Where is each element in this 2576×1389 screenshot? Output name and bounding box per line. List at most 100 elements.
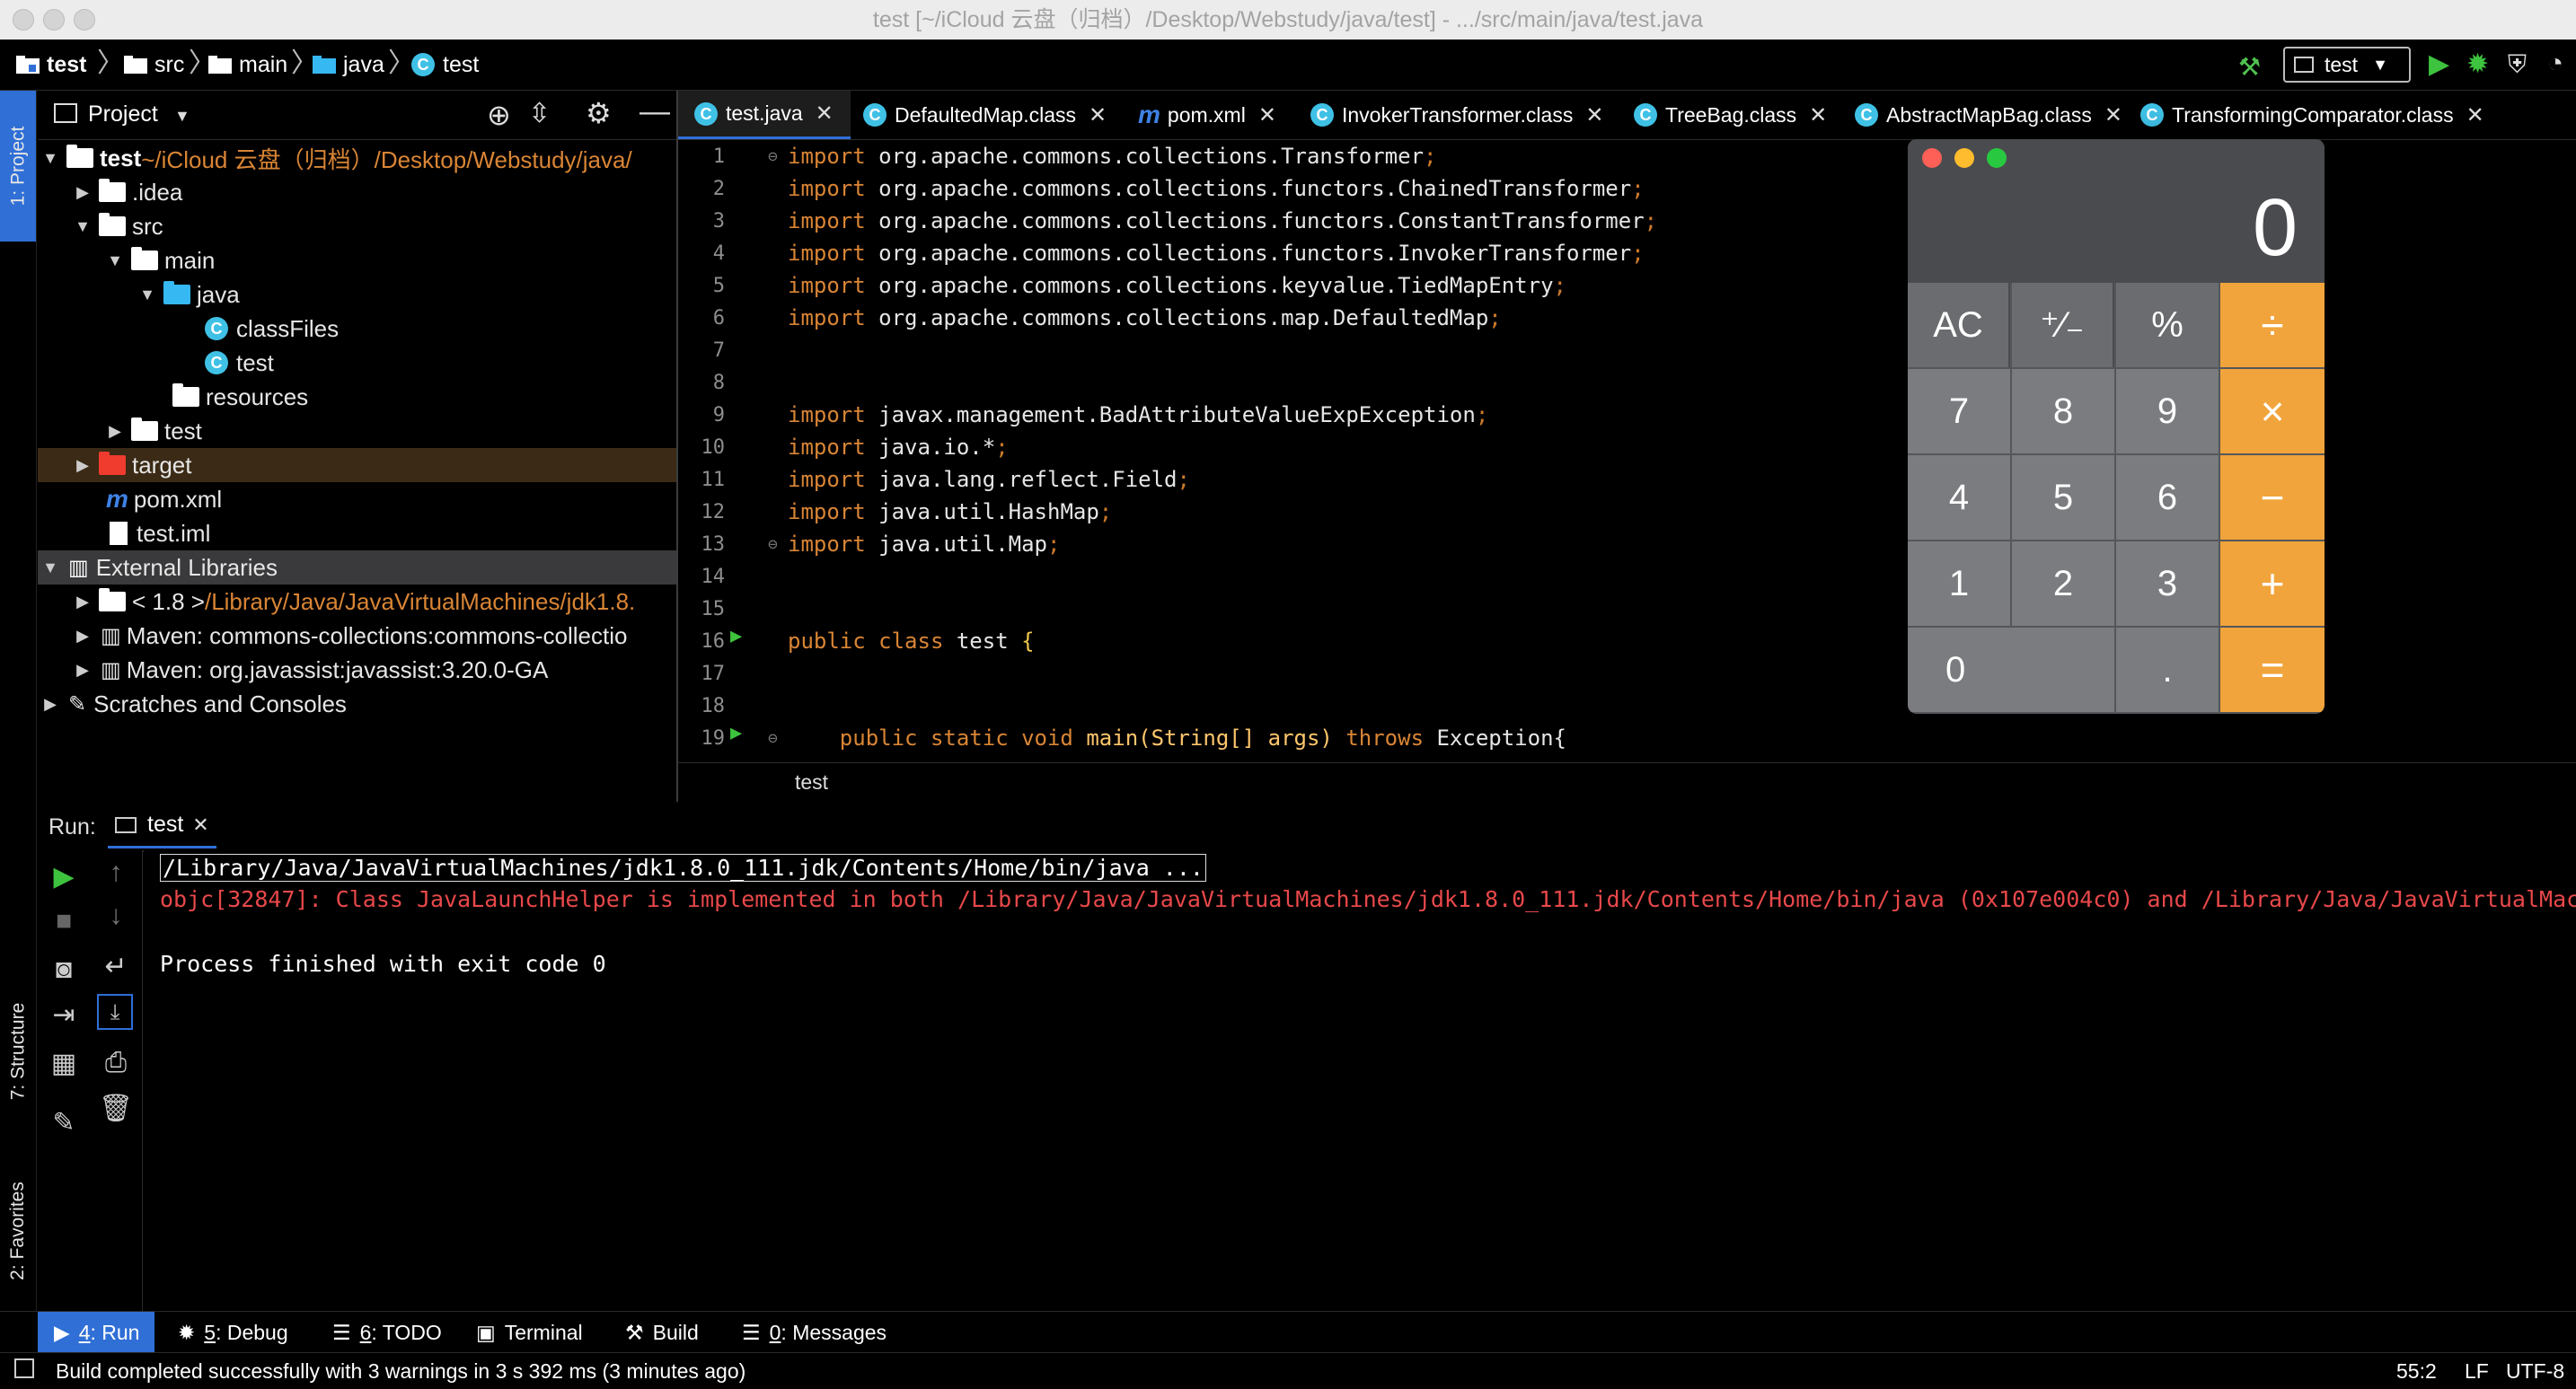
calc-key-divide[interactable]: ÷ (2220, 283, 2325, 367)
locate-icon[interactable]: ⊕ (487, 98, 511, 132)
tab-invokertransformer[interactable]: C InvokerTransformer.class ✕ (1310, 91, 1603, 139)
calc-key-decimal[interactable]: . (2116, 628, 2219, 712)
calculator-close-button[interactable] (1922, 148, 1942, 168)
project-view-select[interactable]: Project (88, 101, 158, 127)
tab-abstractmapbag[interactable]: C AbstractMapBag.class ✕ (1855, 91, 2122, 139)
calc-key-percent[interactable]: % (2116, 283, 2219, 367)
tree-item-external-libraries[interactable]: ▼ ▥ External Libraries (38, 550, 676, 585)
hide-panel-icon[interactable]: — (640, 94, 670, 129)
calc-key-0[interactable]: 0 (1908, 628, 2114, 712)
tree-item-main[interactable]: ▼ main (38, 243, 676, 277)
arrow-up-icon[interactable]: ↑ (90, 857, 142, 888)
file-encoding[interactable]: UTF-8 (2506, 1359, 2564, 1384)
status-message[interactable]: Build completed successfully with 3 warn… (56, 1359, 745, 1384)
favorites-tool-tab[interactable]: 2: Favorites (0, 1150, 36, 1312)
run-gutter-icon[interactable]: ▶ (730, 722, 742, 744)
expand-right-icon[interactable]: ▶ (41, 695, 59, 714)
expand-right-icon[interactable]: ▶ (106, 422, 124, 441)
tree-item-iml[interactable]: test.iml (38, 516, 676, 550)
breadcrumb-java[interactable]: java (313, 40, 384, 90)
breadcrumb-project[interactable]: test (16, 40, 86, 90)
scroll-to-end-icon[interactable]: ⤓ (97, 994, 133, 1030)
soft-wrap-icon[interactable]: ↵ (90, 951, 142, 982)
expand-right-icon[interactable]: ▶ (74, 627, 92, 646)
exit-icon[interactable]: ⇥ (38, 999, 90, 1031)
calc-key-9[interactable]: 9 (2116, 369, 2219, 453)
project-tool-tab[interactable]: 1: Project (0, 91, 36, 242)
breadcrumb-main[interactable]: main (208, 40, 287, 90)
calc-key-8[interactable]: 8 (2012, 369, 2114, 453)
console-command-line[interactable]: /Library/Java/JavaVirtualMachines/jdk1.8… (160, 854, 1206, 882)
editor-breadcrumb[interactable]: test (795, 770, 828, 795)
close-tab-icon[interactable]: ✕ (2104, 102, 2122, 128)
calc-key-5[interactable]: 5 (2012, 455, 2114, 540)
structure-tool-tab[interactable]: 7: Structure (0, 962, 36, 1141)
build-hammer-icon[interactable]: ⚒ (2238, 52, 2261, 82)
print-icon[interactable]: ⎙ (90, 1048, 142, 1078)
calc-key-clear[interactable]: AC (1908, 283, 2010, 367)
tree-item-project-root[interactable]: ▼ test ~/iCloud 云盘（归档）/Desktop/Webstudy/… (38, 141, 676, 175)
calc-key-sign[interactable]: ⁺∕₋ (2012, 283, 2114, 367)
tab-treebag[interactable]: C TreeBag.class ✕ (1634, 91, 1827, 139)
close-tab-icon[interactable]: ✕ (816, 101, 834, 127)
arrow-down-icon[interactable]: ↓ (90, 901, 142, 931)
tree-item-java[interactable]: ▼ java (38, 277, 676, 312)
collapse-all-icon[interactable]: ⇳ (528, 98, 551, 129)
pin-icon[interactable]: ✎ (38, 1107, 90, 1138)
tree-item-scratches[interactable]: ▶ ✎ Scratches and Consoles (38, 687, 676, 721)
tree-item-jdk[interactable]: ▶ < 1.8 > /Library/Java/JavaVirtualMachi… (38, 585, 676, 619)
tree-item-maven-javassist[interactable]: ▶ ▥ Maven: org.javassist:javassist:3.20.… (38, 653, 676, 687)
tree-item-classfiles[interactable]: C classFiles (38, 312, 676, 346)
breadcrumb-src[interactable]: src (124, 40, 184, 90)
toolwindow-build[interactable]: ⚒ Build (625, 1312, 699, 1353)
calc-key-equals[interactable]: = (2220, 628, 2325, 712)
run-gutter-icon[interactable]: ▶ (730, 625, 742, 647)
calc-key-3[interactable]: 3 (2116, 541, 2219, 626)
calc-key-multiply[interactable]: × (2220, 369, 2325, 453)
tree-item-test-folder[interactable]: ▶ test (38, 414, 676, 448)
expand-right-icon[interactable]: ▶ (74, 456, 92, 475)
tab-test-java[interactable]: C test.java ✕ (678, 91, 851, 139)
debug-icon[interactable]: ✹ (2466, 48, 2489, 80)
toolwindow-run[interactable]: ▶ 4: Run (38, 1312, 154, 1353)
tree-item-target[interactable]: ▶ target (38, 448, 676, 482)
tab-transformingcomparator[interactable]: C TransformingComparator.class ✕ (2140, 91, 2484, 139)
close-tab-icon[interactable]: ✕ (1089, 102, 1107, 128)
run-configuration-select[interactable]: test ▼ (2283, 47, 2411, 83)
tab-pom[interactable]: m pom.xml ✕ (1138, 91, 1276, 139)
expand-down-icon[interactable]: ▼ (41, 558, 59, 577)
expand-right-icon[interactable]: ▶ (74, 661, 92, 680)
tree-item-resources[interactable]: resources (38, 380, 676, 414)
line-separator[interactable]: LF (2465, 1359, 2489, 1384)
expand-right-icon[interactable]: ▶ (74, 593, 92, 611)
expand-down-icon[interactable]: ▼ (138, 286, 156, 304)
close-tab-icon[interactable]: ✕ (2466, 102, 2484, 128)
rerun-icon[interactable]: ▶ (38, 861, 90, 892)
tree-item-src[interactable]: ▼ src (38, 209, 676, 243)
toolwindow-terminal[interactable]: ▣ Terminal (476, 1312, 583, 1353)
calc-key-subtract[interactable]: − (2220, 455, 2325, 540)
coverage-icon[interactable]: ⛨ (2508, 50, 2527, 80)
expand-down-icon[interactable]: ▼ (106, 251, 124, 270)
toolwindow-debug[interactable]: ✹ 5: Debug (178, 1312, 288, 1353)
tree-item-idea[interactable]: ▶ .idea (38, 175, 676, 209)
cursor-position[interactable]: 55:2 (2396, 1359, 2437, 1384)
close-tab-icon[interactable]: ✕ (1258, 102, 1276, 128)
close-tab-icon[interactable]: ✕ (192, 813, 208, 837)
trash-icon[interactable]: 🗑 (90, 1093, 142, 1124)
run-console[interactable]: /Library/Java/JavaVirtualMachines/jdk1.8… (144, 850, 2576, 1311)
calc-key-add[interactable]: + (2220, 541, 2325, 626)
expand-down-icon[interactable]: ▼ (74, 217, 92, 236)
run-icon[interactable]: ▶ (2429, 48, 2449, 80)
calc-key-7[interactable]: 7 (1908, 369, 2010, 453)
layout-icon[interactable]: ▦ (38, 1048, 90, 1079)
gear-icon[interactable]: ⚙ (586, 96, 612, 130)
calc-key-4[interactable]: 4 (1908, 455, 2010, 540)
breadcrumb-class[interactable]: C test (411, 40, 479, 90)
close-tab-icon[interactable]: ✕ (1585, 102, 1603, 128)
tab-defaultedmap[interactable]: C DefaultedMap.class ✕ (863, 91, 1107, 139)
calc-key-2[interactable]: 2 (2012, 541, 2114, 626)
calc-key-6[interactable]: 6 (2116, 455, 2219, 540)
chevron-down-icon[interactable]: ▼ (174, 107, 190, 126)
calc-key-1[interactable]: 1 (1908, 541, 2010, 626)
